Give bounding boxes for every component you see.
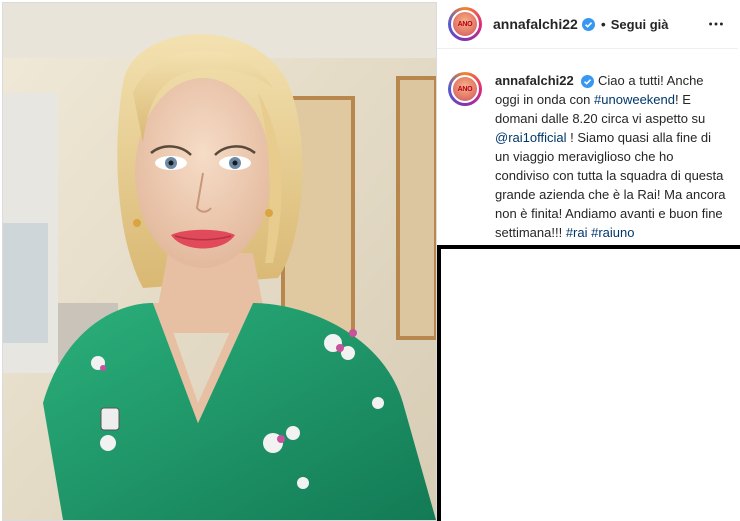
following-button[interactable]: Segui già (611, 17, 669, 32)
avatar-logo: ANO (457, 85, 473, 93)
post-photo[interactable] (2, 2, 437, 521)
post-header: ANO annafalchi22 • Segui già (437, 0, 738, 49)
caption-avatar[interactable]: ANO (448, 72, 482, 106)
caption-row: ANO annafalchi22 Ciao a tutti! Anche ogg… (437, 49, 738, 242)
post-sidebar: ANO annafalchi22 • Segui già ANO annafal… (437, 0, 740, 521)
hashtag-link[interactable]: #unoweekend (594, 92, 675, 107)
caption-body: ! Siamo quasi alla fine di un viaggio me… (495, 130, 726, 240)
separator-dot: • (600, 16, 606, 32)
caption-text: annafalchi22 Ciao a tutti! Anche oggi in… (495, 71, 728, 242)
hashtag-link[interactable]: #raiuno (591, 225, 634, 240)
instagram-post: ANO annafalchi22 • Segui già ANO annafal… (0, 0, 740, 521)
profile-avatar[interactable]: ANO (448, 7, 482, 41)
more-options-icon[interactable] (706, 14, 726, 34)
verified-badge-icon (581, 17, 595, 31)
avatar-image: ANO (451, 10, 479, 38)
blank-panel (437, 245, 740, 521)
header-username[interactable]: annafalchi22 (493, 16, 578, 32)
caption-username[interactable]: annafalchi22 (495, 73, 574, 88)
mention-link[interactable]: @rai1official (495, 130, 567, 145)
verified-badge-icon (581, 75, 595, 89)
avatar-image: ANO (451, 75, 479, 103)
avatar-logo: ANO (457, 20, 473, 28)
hashtag-link[interactable]: #rai (566, 225, 588, 240)
caption-area: ANO annafalchi22 Ciao a tutti! Anche ogg… (437, 49, 738, 243)
